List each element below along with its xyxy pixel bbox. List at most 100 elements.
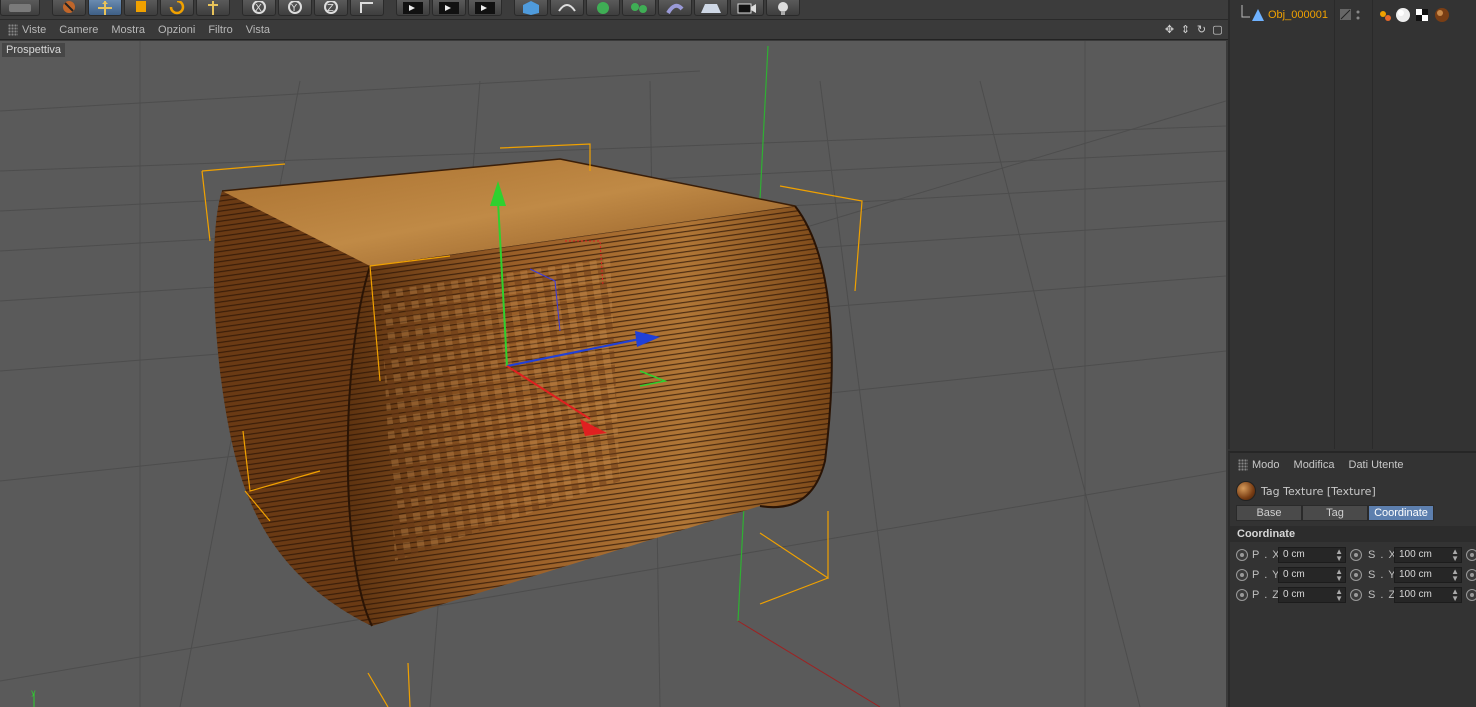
menu-opzioni[interactable]: Opzioni: [158, 24, 195, 36]
svg-text:Z: Z: [327, 3, 334, 14]
animate-p-z-radio[interactable]: [1236, 589, 1248, 601]
coord-row-z: P . Z 0 cm ▲ ▼ S . Z 100 cm ▲ ▼: [1230, 586, 1476, 604]
nurbs-icon[interactable]: [586, 0, 620, 16]
tag-title: Tag Texture [Texture]: [1236, 480, 1376, 502]
section-header: Coordinate: [1230, 526, 1476, 542]
p-x-value: 0 cm: [1283, 549, 1305, 560]
menu-dati-utente[interactable]: Dati Utente: [1349, 459, 1404, 471]
render-picture-icon[interactable]: [432, 0, 466, 16]
grip-icon[interactable]: [8, 23, 18, 36]
p-y-field[interactable]: 0 cm ▲ ▼: [1278, 567, 1346, 583]
menu-modifica[interactable]: Modifica: [1294, 459, 1335, 471]
s-z-value: 100 cm: [1399, 589, 1432, 600]
visibility-toggle-icon[interactable]: [1340, 7, 1366, 23]
object-row[interactable]: Obj_000001: [1230, 5, 1476, 25]
main-toolbar: X Y Z: [0, 0, 1228, 20]
animate-r-y-radio[interactable]: [1466, 569, 1476, 581]
animate-s-z-radio[interactable]: [1350, 589, 1362, 601]
tab-base[interactable]: Base: [1236, 505, 1302, 521]
material-tag-icon: [1396, 8, 1410, 22]
z-axis-icon[interactable]: Z: [314, 0, 348, 16]
menu-vista[interactable]: Vista: [246, 24, 270, 36]
live-select-icon[interactable]: [52, 0, 86, 16]
light-icon[interactable]: [766, 0, 800, 16]
rotate-icon[interactable]: [160, 0, 194, 16]
floor-icon[interactable]: [694, 0, 728, 16]
tab-tag[interactable]: Tag: [1302, 505, 1368, 521]
svg-text:Y: Y: [290, 3, 298, 14]
menu-camere[interactable]: Camere: [59, 24, 98, 36]
attribute-menu-bar: Modo Modifica Dati Utente: [1230, 453, 1476, 477]
animate-r-z-radio[interactable]: [1466, 589, 1476, 601]
stepper-icon[interactable]: ▲ ▼: [1335, 588, 1343, 603]
maximize-icon[interactable]: ▢: [1211, 23, 1224, 36]
array-icon[interactable]: [622, 0, 656, 16]
menu-filtro[interactable]: Filtro: [208, 24, 232, 36]
scene-canvas[interactable]: y: [0, 41, 1226, 707]
p-y-label: P . Y: [1252, 569, 1281, 581]
animate-s-x-radio[interactable]: [1350, 549, 1362, 561]
viewport-nav-controls: ✥ ⇕ ↻ ▢: [1163, 23, 1224, 36]
perspective-viewport[interactable]: Prospettiva y: [0, 41, 1226, 707]
attribute-manager: Modo Modifica Dati Utente Tag Texture [T…: [1228, 451, 1476, 707]
animate-s-y-radio[interactable]: [1350, 569, 1362, 581]
object-manager: Obj_000001: [1228, 0, 1476, 449]
viewport-label: Prospettiva: [2, 43, 66, 57]
object-tags: [1380, 8, 1449, 22]
orbit-icon[interactable]: ↻: [1195, 23, 1208, 36]
cube-icon[interactable]: [514, 0, 548, 16]
world-x-axis: [737, 620, 881, 707]
p-x-label: P . X: [1252, 549, 1281, 561]
stepper-icon[interactable]: ▲ ▼: [1451, 548, 1459, 563]
y-axis-icon[interactable]: Y: [278, 0, 312, 16]
undo-icon[interactable]: [0, 0, 40, 16]
p-z-field[interactable]: 0 cm ▲ ▼: [1278, 587, 1346, 603]
coord-row-y: P . Y 0 cm ▲ ▼ S . Y 100 cm ▲ ▼: [1230, 566, 1476, 584]
render-settings-icon[interactable]: [468, 0, 502, 16]
animate-r-x-radio[interactable]: [1466, 549, 1476, 561]
axis-indicator: y: [31, 688, 36, 707]
s-z-label: S . Z: [1368, 589, 1397, 601]
pan-icon[interactable]: ✥: [1163, 23, 1176, 36]
s-y-label: S . Y: [1368, 569, 1397, 581]
p-x-field[interactable]: 0 cm ▲ ▼: [1278, 547, 1346, 563]
spline-icon[interactable]: [550, 0, 584, 16]
s-x-field[interactable]: 100 cm ▲ ▼: [1394, 547, 1462, 563]
scale-icon[interactable]: [124, 0, 158, 16]
x-axis-icon[interactable]: X: [242, 0, 276, 16]
p-z-label: P . Z: [1252, 589, 1281, 601]
svg-text:X: X: [255, 3, 262, 14]
menu-viste[interactable]: Viste: [22, 24, 46, 36]
s-x-label: S . X: [1368, 549, 1397, 561]
tree-branch-icon: [1241, 5, 1264, 21]
stepper-icon[interactable]: ▲ ▼: [1335, 568, 1343, 583]
p-z-value: 0 cm: [1283, 589, 1305, 600]
animate-p-x-radio[interactable]: [1236, 549, 1248, 561]
phong-tag-icon: [1380, 11, 1391, 21]
camera-icon[interactable]: [730, 0, 764, 16]
stepper-icon[interactable]: ▲ ▼: [1335, 548, 1343, 563]
stepper-icon[interactable]: ▲ ▼: [1451, 588, 1459, 603]
menu-mostra[interactable]: Mostra: [111, 24, 145, 36]
svg-text:y: y: [31, 688, 36, 697]
texture-tag-icon: [1236, 481, 1256, 501]
grip-icon[interactable]: [1238, 459, 1248, 471]
s-y-field[interactable]: 100 cm ▲ ▼: [1394, 567, 1462, 583]
stepper-icon[interactable]: ▲ ▼: [1451, 568, 1459, 583]
select-icon[interactable]: [196, 0, 230, 16]
deformer-icon[interactable]: [658, 0, 692, 16]
move-icon[interactable]: [88, 0, 122, 16]
render-view-icon[interactable]: [396, 0, 430, 16]
animate-p-y-radio[interactable]: [1236, 569, 1248, 581]
viewport-menu-bar: Viste Camere Mostra Opzioni Filtro Vista…: [0, 20, 1228, 40]
wood-cylinder-mesh: [213, 158, 833, 627]
s-y-value: 100 cm: [1399, 569, 1432, 580]
s-z-field[interactable]: 100 cm ▲ ▼: [1394, 587, 1462, 603]
object-name[interactable]: Obj_000001: [1268, 9, 1328, 21]
dolly-icon[interactable]: ⇕: [1179, 23, 1192, 36]
tab-coordinate[interactable]: Coordinate: [1368, 505, 1434, 521]
menu-modo[interactable]: Modo: [1252, 459, 1280, 471]
tag-title-text: Tag Texture [Texture]: [1261, 484, 1376, 498]
coord-system-icon[interactable]: [350, 0, 384, 16]
attribute-tabs: Base Tag Coordinate: [1236, 505, 1434, 521]
